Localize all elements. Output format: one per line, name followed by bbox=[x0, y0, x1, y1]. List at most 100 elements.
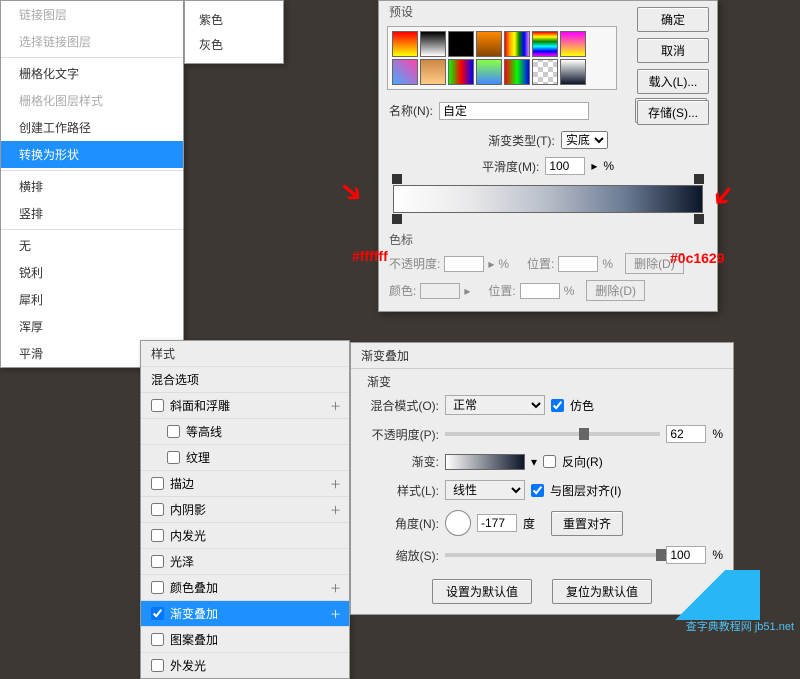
type-label: 渐变类型(T): bbox=[488, 132, 555, 149]
preset-swatch[interactable] bbox=[560, 31, 586, 57]
submenu-item[interactable]: 紫色 bbox=[185, 7, 283, 32]
pos-input[interactable] bbox=[558, 256, 598, 272]
style-row[interactable]: 内阴影＋ bbox=[141, 496, 349, 522]
load-button[interactable]: 载入(L)... bbox=[637, 69, 709, 94]
blend-options[interactable]: 混合选项 bbox=[141, 366, 349, 392]
style-row[interactable]: 等高线 bbox=[141, 418, 349, 444]
name-label: 名称(N): bbox=[389, 102, 433, 119]
opacity-input[interactable] bbox=[666, 425, 706, 443]
pos-label: 位置: bbox=[527, 255, 554, 272]
style-select[interactable]: 线性 bbox=[445, 480, 525, 500]
arrow-icon: ➔ bbox=[332, 171, 371, 211]
preset-swatch[interactable] bbox=[448, 59, 474, 85]
reset-align-button[interactable]: 重置对齐 bbox=[551, 511, 623, 536]
preset-swatch[interactable] bbox=[560, 59, 586, 85]
plus-icon: ＋ bbox=[330, 580, 341, 596]
preset-swatch[interactable] bbox=[420, 59, 446, 85]
menu-item[interactable]: 创建工作路径 bbox=[1, 114, 183, 141]
style-row[interactable]: 斜面和浮雕＋ bbox=[141, 392, 349, 418]
gradient-preview[interactable] bbox=[445, 454, 525, 470]
confirm-button[interactable]: 确定 bbox=[637, 7, 709, 32]
style-row[interactable]: 颜色叠加＋ bbox=[141, 574, 349, 600]
percent-label: % bbox=[603, 159, 614, 173]
color-swatch[interactable] bbox=[420, 283, 460, 299]
preset-swatch[interactable] bbox=[532, 59, 558, 85]
menu-item[interactable]: 选择链接图层 bbox=[1, 28, 183, 55]
gradient-label: 渐变: bbox=[361, 453, 439, 470]
color-submenu: 紫色 灰色 bbox=[184, 0, 284, 64]
style-checkbox[interactable] bbox=[151, 659, 164, 672]
set-default-button[interactable]: 设置为默认值 bbox=[432, 579, 532, 604]
reverse-checkbox[interactable] bbox=[543, 455, 556, 468]
style-checkbox[interactable] bbox=[151, 503, 164, 516]
preset-swatch[interactable] bbox=[420, 31, 446, 57]
pos-input[interactable] bbox=[520, 283, 560, 299]
angle-label: 角度(N): bbox=[361, 515, 439, 532]
menu-item[interactable]: 栅格化图层样式 bbox=[1, 87, 183, 114]
style-checkbox[interactable] bbox=[151, 607, 164, 620]
style-row[interactable]: 内发光 bbox=[141, 522, 349, 548]
watermark: 查字典教程网 jb51.net bbox=[686, 618, 794, 634]
menu-item[interactable]: 犀利 bbox=[1, 286, 183, 313]
style-checkbox[interactable] bbox=[151, 399, 164, 412]
style-checkbox[interactable] bbox=[167, 425, 180, 438]
menu-item[interactable]: 锐利 bbox=[1, 259, 183, 286]
menu-item-convert-shape[interactable]: 转换为形状 bbox=[1, 141, 183, 168]
opacity-input[interactable] bbox=[444, 256, 484, 272]
style-row[interactable]: 光泽 bbox=[141, 548, 349, 574]
scale-slider[interactable] bbox=[445, 553, 660, 557]
style-row[interactable]: 图案叠加 bbox=[141, 626, 349, 652]
save-button[interactable]: 存储(S)... bbox=[637, 100, 709, 125]
annotation-left: #ffffff bbox=[352, 248, 388, 264]
reverse-label: 反向(R) bbox=[562, 453, 603, 470]
color-stop[interactable] bbox=[694, 214, 704, 224]
color-stop[interactable] bbox=[392, 214, 402, 224]
preset-swatch[interactable] bbox=[476, 59, 502, 85]
menu-item[interactable]: 横排 bbox=[1, 173, 183, 200]
preset-swatch[interactable] bbox=[504, 59, 530, 85]
menu-item[interactable]: 链接图层 bbox=[1, 1, 183, 28]
angle-input[interactable] bbox=[477, 514, 517, 532]
blend-select[interactable]: 正常 bbox=[445, 395, 545, 415]
submenu-item[interactable]: 灰色 bbox=[185, 32, 283, 57]
preset-swatch[interactable] bbox=[504, 31, 530, 57]
type-select[interactable]: 实底 bbox=[561, 131, 608, 149]
style-checkbox[interactable] bbox=[151, 477, 164, 490]
opacity-slider[interactable] bbox=[445, 432, 660, 436]
style-checkbox[interactable] bbox=[151, 529, 164, 542]
cancel-button[interactable]: 取消 bbox=[637, 38, 709, 63]
plus-icon: ＋ bbox=[330, 398, 341, 414]
color-label: 颜色: bbox=[389, 282, 416, 299]
name-input[interactable] bbox=[439, 102, 589, 120]
menu-item[interactable]: 浑厚 bbox=[1, 313, 183, 340]
smooth-input[interactable] bbox=[545, 157, 585, 175]
style-row[interactable]: 描边＋ bbox=[141, 470, 349, 496]
plus-icon: ＋ bbox=[330, 606, 341, 622]
scale-input[interactable] bbox=[666, 546, 706, 564]
decorative-triangle bbox=[640, 570, 760, 620]
angle-dial[interactable] bbox=[445, 510, 471, 536]
menu-item[interactable]: 竖排 bbox=[1, 200, 183, 227]
gradient-presets bbox=[387, 26, 617, 90]
delete-button[interactable]: 删除(D) bbox=[586, 280, 645, 301]
separator bbox=[1, 57, 183, 58]
preset-swatch[interactable] bbox=[532, 31, 558, 57]
menu-item[interactable]: 栅格化文字 bbox=[1, 60, 183, 87]
opacity-stop[interactable] bbox=[392, 174, 402, 184]
gradient-bar[interactable] bbox=[393, 185, 703, 213]
style-checkbox[interactable] bbox=[151, 555, 164, 568]
style-checkbox[interactable] bbox=[167, 451, 180, 464]
style-row-gradient-overlay[interactable]: 渐变叠加＋ bbox=[141, 600, 349, 626]
reset-default-button[interactable]: 复位为默认值 bbox=[552, 579, 652, 604]
preset-swatch[interactable] bbox=[392, 59, 418, 85]
style-row[interactable]: 外发光 bbox=[141, 652, 349, 678]
preset-swatch[interactable] bbox=[476, 31, 502, 57]
opacity-stop[interactable] bbox=[694, 174, 704, 184]
dither-checkbox[interactable] bbox=[551, 399, 564, 412]
menu-item[interactable]: 无 bbox=[1, 232, 183, 259]
style-checkbox[interactable] bbox=[151, 581, 164, 594]
style-row[interactable]: 纹理 bbox=[141, 444, 349, 470]
align-checkbox[interactable] bbox=[531, 484, 544, 497]
preset-swatch[interactable] bbox=[448, 31, 474, 57]
preset-swatch[interactable] bbox=[392, 31, 418, 57]
